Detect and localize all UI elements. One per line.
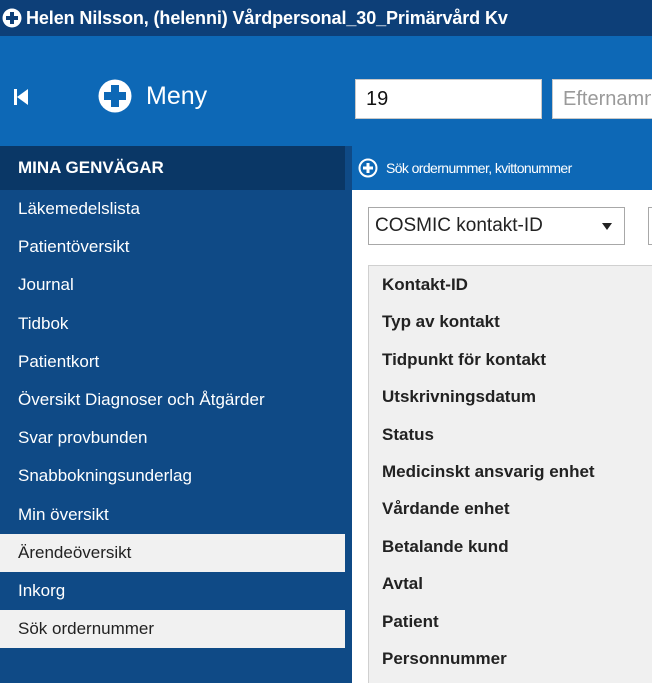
sidebar-header: MINA GENVÄGAR bbox=[0, 146, 345, 190]
collapse-sidebar-button[interactable] bbox=[12, 86, 32, 108]
main-panel: Sök ordernummer, kvittonummer COSMIC kon… bbox=[352, 146, 652, 683]
sidebar-item-patientoversikt[interactable]: Patientöversikt bbox=[0, 228, 345, 266]
patient-id-input[interactable] bbox=[355, 79, 542, 119]
field-patient[interactable]: Patient bbox=[369, 603, 652, 640]
sidebar-item-sok-ordernummer[interactable]: Sök ordernummer bbox=[0, 610, 345, 649]
last-name-input[interactable] bbox=[552, 79, 652, 119]
window-title: Helen Nilsson, (helenni) Vårdpersonal_30… bbox=[26, 7, 508, 28]
sidebar-item-svar-provbunden[interactable]: Svar provbunden bbox=[0, 419, 345, 457]
caret-down-icon bbox=[602, 223, 612, 230]
field-list: Kontakt-ID Typ av kontakt Tidpunkt för k… bbox=[368, 265, 652, 683]
field-utskrivningsdatum[interactable]: Utskrivningsdatum bbox=[369, 378, 652, 415]
secondary-select[interactable] bbox=[648, 207, 652, 245]
sidebar-item-patientkort[interactable]: Patientkort bbox=[0, 343, 345, 381]
sidebar: MINA GENVÄGAR Läkemedelslista Patientöve… bbox=[0, 146, 345, 683]
field-betalande-kund[interactable]: Betalande kund bbox=[369, 528, 652, 565]
search-type-value: COSMIC kontakt-ID bbox=[375, 215, 543, 236]
panel-header: Sök ordernummer, kvittonummer bbox=[352, 146, 652, 190]
field-typ-av-kontakt[interactable]: Typ av kontakt bbox=[369, 303, 652, 340]
field-status[interactable]: Status bbox=[369, 416, 652, 453]
sidebar-item-journal[interactable]: Journal bbox=[0, 266, 345, 304]
field-medicinskt-ansvarig-enhet[interactable]: Medicinskt ansvarig enhet bbox=[369, 453, 652, 490]
plus-circle-icon bbox=[98, 79, 132, 113]
menu-label: Meny bbox=[146, 81, 208, 110]
shortcut-list: Läkemedelslista Patientöversikt Journal … bbox=[0, 190, 345, 649]
sidebar-item-inkorg[interactable]: Inkorg bbox=[0, 572, 345, 610]
sidebar-item-snabbokningsunderlag[interactable]: Snabbokningsunderlag bbox=[0, 457, 345, 495]
sidebar-item-oversikt-diagnoser[interactable]: Översikt Diagnoser och Åtgärder bbox=[0, 381, 345, 419]
menu-button[interactable]: Meny bbox=[98, 76, 207, 116]
field-personnummer[interactable]: Personnummer bbox=[369, 640, 652, 677]
window-titlebar: Helen Nilsson, (helenni) Vårdpersonal_30… bbox=[0, 0, 652, 36]
field-kontakt-id[interactable]: Kontakt-ID bbox=[369, 266, 652, 303]
sidebar-item-arendeoversikt[interactable]: Ärendeöversikt bbox=[0, 533, 345, 572]
plus-circle-icon[interactable] bbox=[358, 158, 378, 178]
sidebar-item-lakemedelslista[interactable]: Läkemedelslista bbox=[0, 190, 345, 228]
search-panel: COSMIC kontakt-ID Kontakt-ID Typ av kont… bbox=[352, 190, 652, 683]
field-avtal[interactable]: Avtal bbox=[369, 565, 652, 602]
field-vardande-enhet[interactable]: Vårdande enhet bbox=[369, 490, 652, 527]
sidebar-item-min-oversikt[interactable]: Min översikt bbox=[0, 496, 345, 534]
field-tidpunkt[interactable]: Tidpunkt för kontakt bbox=[369, 341, 652, 378]
plus-circle-icon bbox=[2, 8, 22, 28]
search-type-select[interactable]: COSMIC kontakt-ID bbox=[368, 207, 625, 245]
panel-title: Sök ordernummer, kvittonummer bbox=[386, 160, 572, 176]
sidebar-item-tidbok[interactable]: Tidbok bbox=[0, 305, 345, 343]
